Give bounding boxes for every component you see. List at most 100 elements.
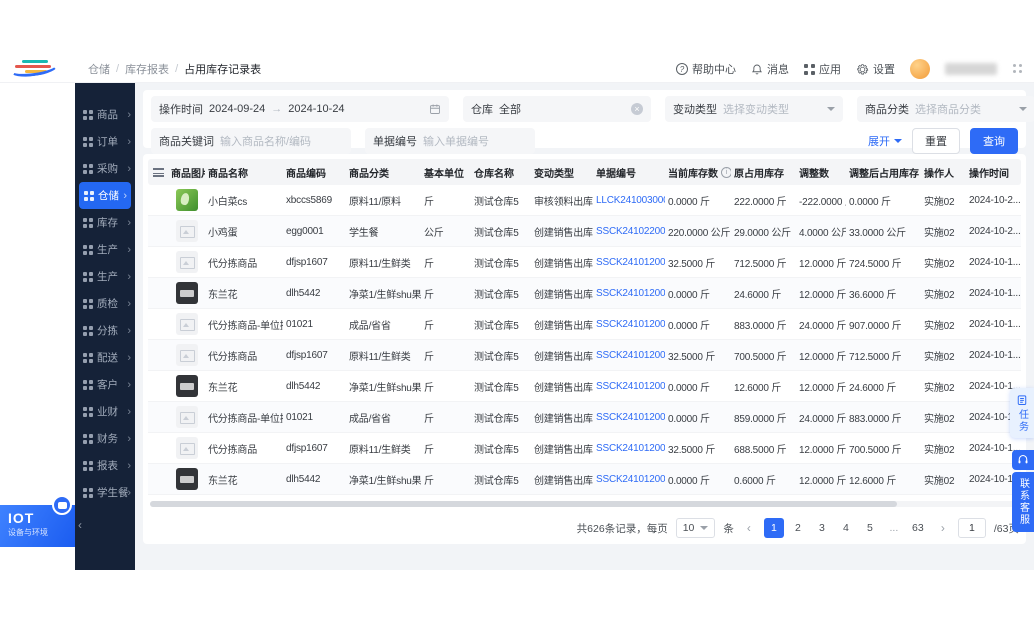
column-header[interactable]: 商品图片	[168, 165, 205, 180]
avatar[interactable]	[910, 59, 930, 79]
messages-button[interactable]: 消息	[751, 61, 789, 77]
table-row[interactable]: 代分拣商品 dfjsp1607 原料11/生鲜类 斤 测试仓库5 创建销售出库 SSCK24…	[148, 247, 1021, 278]
product-image[interactable]	[175, 406, 198, 428]
sidebar-item-inventory[interactable]: 库存	[75, 209, 135, 236]
sidebar-item-student-meals[interactable]: 学生餐	[75, 479, 135, 506]
page-button[interactable]: 2	[788, 518, 808, 538]
help-center-button[interactable]: 帮助中心	[676, 61, 736, 77]
column-header[interactable]: 商品分类	[346, 165, 421, 180]
sidebar-item-purchase[interactable]: 采购	[75, 155, 135, 182]
column-header[interactable]: 操作时间	[966, 165, 1021, 180]
product-image[interactable]	[175, 189, 198, 211]
next-page-button[interactable]	[936, 521, 950, 535]
breadcrumb-warehouse[interactable]: 仓储	[88, 61, 110, 77]
docno-input[interactable]: 单据编号 输入单据编号	[365, 128, 535, 154]
cell-doc-no[interactable]: SSCK24101200002	[593, 381, 665, 392]
sidebar-item-delivery[interactable]: 配送	[75, 344, 135, 371]
product-image[interactable]	[175, 375, 198, 397]
page-button[interactable]: 5	[860, 518, 880, 538]
column-header[interactable]: 变动类型	[531, 165, 593, 180]
cell-doc-no[interactable]: SSCK24101200002	[593, 412, 665, 423]
column-header[interactable]: 单据编号	[593, 165, 665, 180]
table-row[interactable]: 东兰花 dlh5442 净菜1/生鲜shu果...斤 测试仓库5 创建销售出库SSCK2…	[148, 371, 1021, 402]
table-row[interactable]: 东兰花 dlh5442 净菜1/生鲜shu果...斤 测试仓库5 创建销售出库SSCK2…	[148, 278, 1021, 309]
table-row[interactable]: 东兰花 dlh5442 净菜1/生鲜shu果...斤 测试仓库5 创建销售出库SSCK2…	[148, 464, 1021, 495]
prev-page-button[interactable]	[742, 521, 756, 535]
cell-doc-no[interactable]: SSCK24101200003	[593, 350, 665, 361]
keyword-input[interactable]: 商品关键词 输入商品名称/编码	[151, 128, 351, 154]
sidebar-item-business-finance[interactable]: 业财	[75, 398, 135, 425]
table-row[interactable]: 小鸡蛋 egg0001 学生餐 公斤 测试仓库5 创建销售出库SSCK2410220000…	[148, 216, 1021, 247]
column-header[interactable]: 调整数	[796, 165, 846, 180]
contact-service-button[interactable]: 联系客服	[1012, 472, 1034, 532]
table-row[interactable]: 代分拣商品 dfjsp1607 原料11/生鲜类 斤 测试仓库5 创建销售出库 SSCK24…	[148, 433, 1021, 464]
sidebar-item-production-2[interactable]: 生产	[75, 263, 135, 290]
apps-button[interactable]: 应用	[804, 61, 841, 77]
sidebar-item-reports[interactable]: 报表	[75, 452, 135, 479]
sidebar-item-goods[interactable]: 商品	[75, 101, 135, 128]
iot-panel[interactable]: IOT 设备与环境	[0, 495, 75, 547]
cell-doc-no[interactable]: SSCK24101200002	[593, 443, 665, 454]
sidebar-item-orders[interactable]: 订单	[75, 128, 135, 155]
warehouse-select[interactable]: 仓库 全部	[463, 96, 651, 122]
clear-icon[interactable]	[631, 103, 643, 115]
cell-doc-no[interactable]: SSCK24101200001	[593, 474, 665, 485]
sidebar-item-warehouse[interactable]: 仓储	[79, 182, 131, 209]
column-header[interactable]: 商品编码	[283, 165, 346, 180]
date-range-picker[interactable]: 操作时间 2024-09-24 2024-10-24	[151, 96, 449, 122]
sidebar-collapse-button[interactable]	[78, 518, 82, 532]
apps-grid-icon	[804, 63, 815, 75]
iot-chat-icon[interactable]	[52, 495, 72, 515]
product-image[interactable]	[175, 344, 198, 366]
page-button[interactable]: 63	[908, 518, 928, 538]
tasks-float-button[interactable]: 任务	[1010, 388, 1034, 438]
column-header[interactable]: 基本单位	[421, 165, 471, 180]
column-header[interactable]: 调整后占用库存	[846, 165, 921, 180]
breadcrumb-inventory-report[interactable]: 库存报表	[125, 61, 169, 77]
product-image[interactable]	[175, 220, 198, 242]
table-row[interactable]: 代分拣商品 dfjsp1607 原料11/生鲜类 斤 测试仓库5 创建销售出库 SSCK24…	[148, 340, 1021, 371]
cell-doc-no[interactable]: LLCK24100300001	[593, 195, 665, 206]
sidebar-item-quality[interactable]: 质检	[75, 290, 135, 317]
page-button[interactable]: 4	[836, 518, 856, 538]
customer-service-icon[interactable]	[1012, 450, 1034, 470]
table-row[interactable]: 小白菜cs xbccs5869 原料11/原料 斤 测试仓库5 审核领料出库 LLCK241…	[148, 185, 1021, 216]
category-select[interactable]: 商品分类 选择商品分类	[857, 96, 1034, 122]
column-settings-icon[interactable]	[152, 167, 164, 177]
column-header[interactable]: 当前库存数	[665, 165, 731, 180]
column-header[interactable]: 原占用库存	[731, 165, 796, 180]
product-image[interactable]	[175, 468, 198, 490]
cell-code: xbccs5869	[286, 194, 333, 206]
horizontal-scrollbar-track[interactable]	[150, 501, 1019, 507]
product-image[interactable]	[175, 437, 198, 459]
reset-button[interactable]: 重置	[912, 128, 960, 154]
column-header[interactable]: 商品名称	[205, 165, 283, 180]
page-button[interactable]: 3	[812, 518, 832, 538]
cell-doc-no[interactable]: SSCK24101200004	[593, 257, 665, 268]
page-jump-input[interactable]	[957, 518, 986, 538]
settings-button[interactable]: 设置	[856, 61, 895, 77]
cell-warehouse: 测试仓库5	[474, 351, 519, 363]
brand-logo[interactable]	[9, 57, 68, 80]
table-row[interactable]: 代分拣商品-单位换算01021 成品/省省 斤 测试仓库5 创建销售出库SSCK2410…	[148, 309, 1021, 340]
cell-doc-no[interactable]: SSCK24102200001	[593, 226, 665, 237]
sidebar-item-customers[interactable]: 客户	[75, 371, 135, 398]
change-type-select[interactable]: 变动类型 选择变动类型	[665, 96, 843, 122]
product-image[interactable]	[175, 251, 198, 273]
search-button[interactable]: 查询	[970, 128, 1018, 154]
panel-toggle-icon[interactable]	[1012, 63, 1024, 75]
product-image[interactable]	[175, 313, 198, 335]
page-button[interactable]: 1	[763, 518, 784, 538]
page-size-select[interactable]: 10	[675, 518, 716, 538]
product-image[interactable]	[175, 282, 198, 304]
table-row[interactable]: 代分拣商品-单位换算01021 成品/省省 斤 测试仓库5 创建销售出库SSCK2410…	[148, 402, 1021, 433]
expand-toggle[interactable]: 展开	[868, 133, 902, 149]
horizontal-scrollbar-thumb[interactable]	[150, 501, 898, 507]
cell-doc-no[interactable]: SSCK24101200003	[593, 288, 665, 299]
sidebar-item-sorting[interactable]: 分拣	[75, 317, 135, 344]
column-header[interactable]: 仓库名称	[471, 165, 531, 180]
column-header[interactable]: 操作人	[921, 165, 966, 180]
sidebar-item-finance[interactable]: 财务	[75, 425, 135, 452]
sidebar-item-production-1[interactable]: 生产	[75, 236, 135, 263]
cell-doc-no[interactable]: SSCK24101200003	[593, 319, 665, 330]
